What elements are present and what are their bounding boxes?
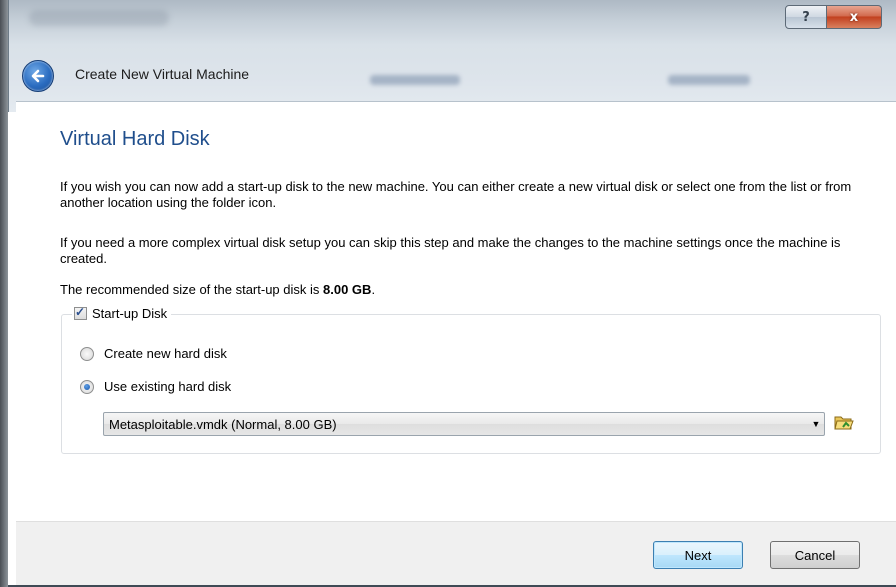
button-bar: Next Cancel	[16, 521, 896, 587]
create-new-disk-label: Create new hard disk	[104, 346, 227, 361]
close-icon: x	[849, 9, 859, 25]
recommended-size-text: The recommended size of the start-up dis…	[60, 282, 880, 298]
use-existing-disk-label: Use existing hard disk	[104, 379, 232, 394]
use-existing-disk-radio[interactable]: Use existing hard disk	[80, 379, 231, 394]
background-window-edge	[0, 0, 8, 587]
window-controls: ? x	[785, 5, 882, 29]
close-button[interactable]: x	[827, 5, 882, 29]
wizard-page: Virtual Hard Disk If you wish you can no…	[16, 101, 896, 522]
disk-select-value: Metasploitable.vmdk (Normal, 8.00 GB)	[109, 416, 337, 432]
back-arrow-icon	[31, 69, 45, 83]
checkmark-icon: ✓	[75, 305, 86, 319]
help-icon: ?	[802, 9, 810, 25]
choose-disk-file-button[interactable]	[832, 411, 856, 435]
blurred-background-text	[29, 10, 169, 26]
back-button[interactable]	[22, 60, 54, 92]
startup-disk-label: Start-up Disk	[92, 306, 168, 321]
intro-paragraph: If you wish you can now add a start-up d…	[60, 179, 852, 210]
title-bar[interactable]	[8, 0, 896, 112]
dialog-window: ? x Create New Virtual Machine Virtual H…	[0, 0, 896, 587]
help-button[interactable]: ?	[785, 5, 827, 29]
create-new-disk-radio[interactable]: Create new hard disk	[80, 346, 227, 361]
page-title: Virtual Hard Disk	[60, 128, 210, 150]
radio-button[interactable]	[80, 346, 94, 361]
startup-disk-checkbox[interactable]: ✓ Start-up Disk	[72, 305, 172, 321]
next-button[interactable]: Next	[653, 541, 743, 569]
radio-selected-dot	[84, 383, 90, 390]
recommended-size-prefix: The recommended size of the start-up dis…	[60, 282, 324, 297]
advanced-paragraph: If you need a more complex virtual disk …	[60, 235, 841, 266]
recommended-size-suffix: .	[371, 282, 376, 297]
cancel-button[interactable]: Cancel	[770, 541, 860, 569]
radio-button[interactable]	[80, 379, 94, 394]
blurred-background-tab	[370, 75, 460, 85]
window-title: Create New Virtual Machine	[75, 66, 250, 82]
disk-select[interactable]: Metasploitable.vmdk (Normal, 8.00 GB) ▼	[103, 412, 825, 436]
checkbox-box[interactable]: ✓	[74, 305, 87, 320]
chevron-down-icon[interactable]: ▼	[808, 419, 824, 429]
recommended-size-value: 8.00 GB	[323, 282, 372, 297]
blurred-background-tab	[668, 75, 750, 85]
folder-open-icon	[834, 416, 854, 430]
startup-disk-group: ✓ Start-up Disk Create new hard disk Use…	[61, 305, 881, 454]
